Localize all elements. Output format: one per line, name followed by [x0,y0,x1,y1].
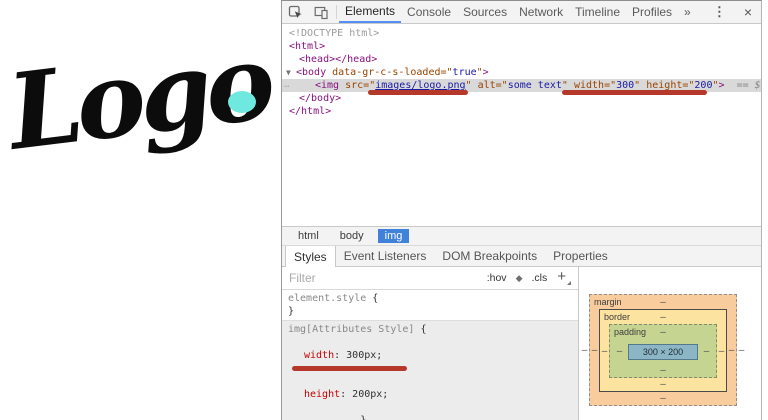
code-line-body-open[interactable]: ▼ <body data-gr-c-s-loaded="true"> [282,66,761,79]
breadcrumb-html[interactable]: html [291,229,326,243]
logo-image: Logo [8,20,276,175]
elements-tree: <!DOCTYPE html> <html> <head></head> ▼ <b… [282,24,761,226]
breadcrumb-img[interactable]: img [377,229,410,243]
tab-timeline[interactable]: Timeline [569,1,626,23]
margin-label: margin [594,297,622,307]
device-toolbar-icon[interactable] [308,1,334,23]
tab-elements[interactable]: Elements [339,1,402,23]
style-rule-element-style[interactable]: element.style {} [282,290,578,321]
tab-console[interactable]: Console [401,1,457,23]
tabs-overflow-chevron-icon[interactable]: » [678,1,697,23]
close-icon[interactable]: × [735,1,761,23]
border-top-value[interactable]: – [660,312,666,323]
close-brace: } [288,306,295,317]
border-bottom-value[interactable]: – [600,378,726,391]
css-property-height[interactable]: height: 200px; [288,388,574,401]
close-brace: } [360,415,366,420]
rule-selector[interactable]: element.style [288,293,366,304]
toolbar-divider [336,5,337,19]
code-line-doctype[interactable]: <!DOCTYPE html> [282,27,761,40]
padding-top-value[interactable]: – [660,327,666,338]
tab-event-listeners[interactable]: Event Listeners [336,246,435,266]
border-left-value[interactable]: – [600,346,609,357]
red-underline-size-attrs-annotation [562,90,707,95]
padding-label: padding [614,327,647,337]
breadcrumb-body[interactable]: body [333,229,371,243]
new-rule-dropdown-triangle-icon[interactable] [567,281,571,285]
sidebar-tab-bar: Styles Event Listeners DOM Breakpoints P… [282,245,761,267]
devtools-window: Elements Console Sources Network Timelin… [281,0,762,420]
code-line-html-open[interactable]: <html> [282,40,761,53]
screenshot-page: Logo Elements Console Sources Network Ti… [0,0,768,420]
element-classes-button[interactable]: .cls [531,272,547,284]
styles-sections: element.style {} img[Attributes Style] {… [282,290,578,420]
padding-left-value[interactable]: – [615,346,624,357]
styles-split-pane: :hov ◆ .cls + element.style {} img[Attri… [282,267,761,420]
border-right-value[interactable]: – [717,346,726,357]
red-underline-styles-annotation [292,366,407,371]
red-underline-src-annotation [368,90,468,95]
devtools-toolbar: Elements Console Sources Network Timelin… [282,1,761,24]
css-property-width[interactable]: width: 300px; [288,349,574,362]
tab-network[interactable]: Network [513,1,569,23]
box-model-diagram[interactable]: – margin – – border – – padding – – 300 … [580,294,746,406]
gutter-ellipsis: … [284,80,291,90]
margin-right-value[interactable]: – [727,345,736,356]
code-line-html-close[interactable]: </html> [282,105,761,118]
expand-arrow-icon[interactable]: ▼ [286,66,296,79]
position-left-value[interactable]: – [580,345,589,356]
tab-profiles[interactable]: Profiles [626,1,678,23]
rule-selector[interactable]: img[Attributes Style] [288,324,414,335]
position-right-value[interactable]: – [737,345,746,356]
box-model-border[interactable]: border – – padding – – 300 × 200 – – – – [599,309,727,392]
tab-sources[interactable]: Sources [457,1,513,23]
diamond-icon[interactable]: ◆ [516,273,523,284]
logo-dot [228,91,256,113]
box-model-padding[interactable]: padding – – 300 × 200 – – [609,324,717,378]
margin-top-value[interactable]: – [660,297,666,308]
toggle-element-state-button[interactable]: :hov [487,272,507,284]
box-model-margin[interactable]: margin – – border – – padding – – 300 × … [589,294,737,406]
kebab-menu-icon[interactable]: ⋮ [704,1,735,23]
padding-right-value[interactable]: – [702,346,711,357]
new-style-rule-button[interactable]: + [557,269,566,284]
tab-styles[interactable]: Styles [285,246,336,267]
open-brace: { [414,324,427,335]
breadcrumb: html body img [282,226,761,245]
tab-properties[interactable]: Properties [545,246,616,266]
metrics-pane: – margin – – border – – padding – – 300 … [579,267,761,420]
margin-bottom-value[interactable]: – [590,392,736,405]
box-model-content[interactable]: 300 × 200 [628,343,698,360]
open-brace: { [366,293,379,304]
border-label: border [604,312,631,322]
margin-left-value[interactable]: – [590,345,599,356]
webpage-content: Logo [0,0,281,420]
padding-bottom-value[interactable]: – [610,364,716,377]
styles-pane: :hov ◆ .cls + element.style {} img[Attri… [282,267,579,420]
filter-input[interactable] [289,271,478,285]
tab-dom-breakpoints[interactable]: DOM Breakpoints [434,246,545,266]
code-line-head[interactable]: <head></head> [282,53,761,66]
inspect-element-icon[interactable] [282,1,308,23]
styles-filter-bar: :hov ◆ .cls + [282,267,578,290]
